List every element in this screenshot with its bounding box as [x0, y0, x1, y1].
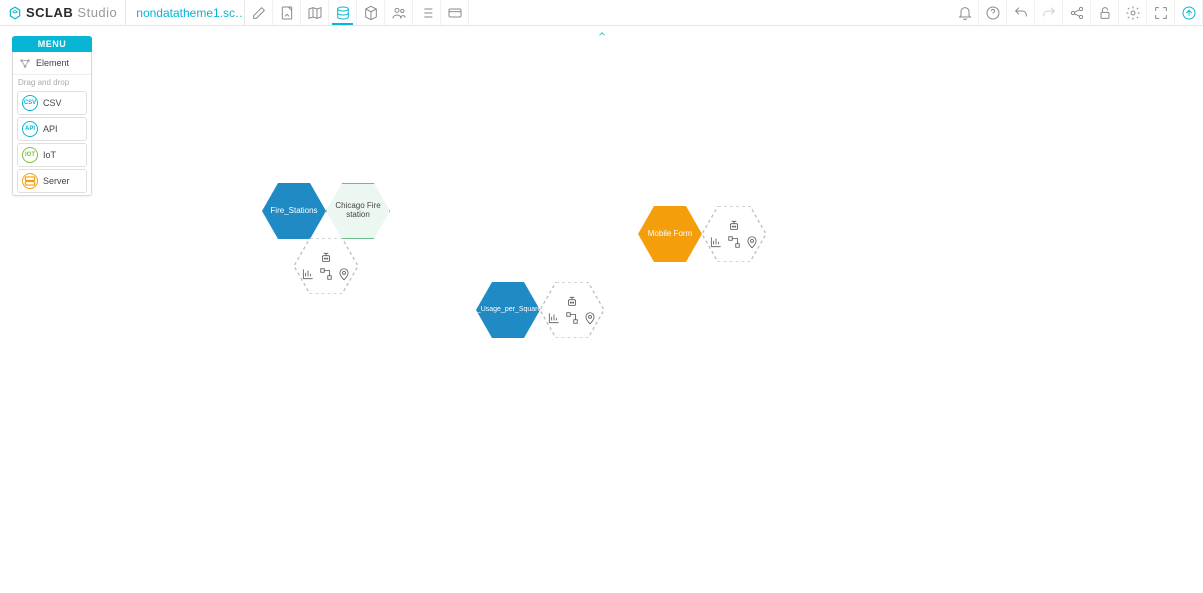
- share-icon: [1069, 5, 1085, 21]
- node-chicago-fire-station[interactable]: Chicago Fire station: [326, 183, 390, 239]
- flow-icon: [565, 311, 579, 325]
- list-button[interactable]: [413, 0, 441, 25]
- export-icon: [1181, 5, 1197, 21]
- unlock-button[interactable]: [1091, 0, 1119, 25]
- node-placeholder[interactable]: [540, 282, 604, 338]
- edit-icon: [251, 5, 267, 21]
- node-mobile-form[interactable]: Mobile Form: [638, 206, 702, 262]
- logo: SCLAB Studio: [0, 5, 125, 20]
- chart-icon: [547, 311, 561, 325]
- undo-button[interactable]: [1007, 0, 1035, 25]
- toolbar-right: [951, 0, 1203, 25]
- undo-icon: [1013, 5, 1029, 21]
- notes-icon: [279, 5, 295, 21]
- robot-icon: [727, 219, 741, 233]
- edit-button[interactable]: [245, 0, 273, 25]
- data-icon: [335, 5, 351, 21]
- placeholder-icons: [540, 282, 604, 338]
- help-icon: [985, 5, 1001, 21]
- share-button[interactable]: [1063, 0, 1091, 25]
- map-icon: [307, 5, 323, 21]
- settings-icon: [1125, 5, 1141, 21]
- people-button[interactable]: [385, 0, 413, 25]
- toolbar-left: [245, 0, 469, 25]
- data-button[interactable]: [329, 0, 357, 25]
- cube-icon: [363, 5, 379, 21]
- node-placeholder[interactable]: [294, 238, 358, 294]
- placeholder-icons: [294, 238, 358, 294]
- project-name[interactable]: nondatatheme1.sc…: [125, 0, 245, 25]
- settings-button[interactable]: [1119, 0, 1147, 25]
- flow-icon: [319, 267, 333, 281]
- help-button[interactable]: [979, 0, 1007, 25]
- export-button[interactable]: [1175, 0, 1203, 25]
- list-icon: [419, 5, 435, 21]
- robot-icon: [319, 251, 333, 265]
- map-button[interactable]: [301, 0, 329, 25]
- logo-mark-icon: [8, 6, 22, 20]
- people-icon: [391, 5, 407, 21]
- chart-icon: [709, 235, 723, 249]
- flow-icon: [727, 235, 741, 249]
- card-icon: [447, 5, 463, 21]
- topbar: SCLAB Studio nondatatheme1.sc…: [0, 0, 1203, 26]
- unlock-icon: [1097, 5, 1113, 21]
- expand-icon: [1153, 5, 1169, 21]
- node-fire-stations[interactable]: Fire_Stations: [262, 183, 326, 239]
- bell-icon: [957, 5, 973, 21]
- redo-icon: [1041, 5, 1057, 21]
- redo-button[interactable]: [1035, 0, 1063, 25]
- notes-button[interactable]: [273, 0, 301, 25]
- node-avg-electricity[interactable]: Average_Electricity_Usage_per_Square_Foo…: [476, 282, 540, 338]
- pin-icon: [583, 311, 597, 325]
- bell-button[interactable]: [951, 0, 979, 25]
- pin-icon: [337, 267, 351, 281]
- card-button[interactable]: [441, 0, 469, 25]
- chart-icon: [301, 267, 315, 281]
- pin-icon: [745, 235, 759, 249]
- logo-text: SCLAB Studio: [26, 5, 117, 20]
- expand-button[interactable]: [1147, 0, 1175, 25]
- cube-button[interactable]: [357, 0, 385, 25]
- canvas[interactable]: Fire_Stations Chicago Fire station Avera…: [0, 26, 1203, 593]
- robot-icon: [565, 295, 579, 309]
- node-placeholder[interactable]: [702, 206, 766, 262]
- placeholder-icons: [702, 206, 766, 262]
